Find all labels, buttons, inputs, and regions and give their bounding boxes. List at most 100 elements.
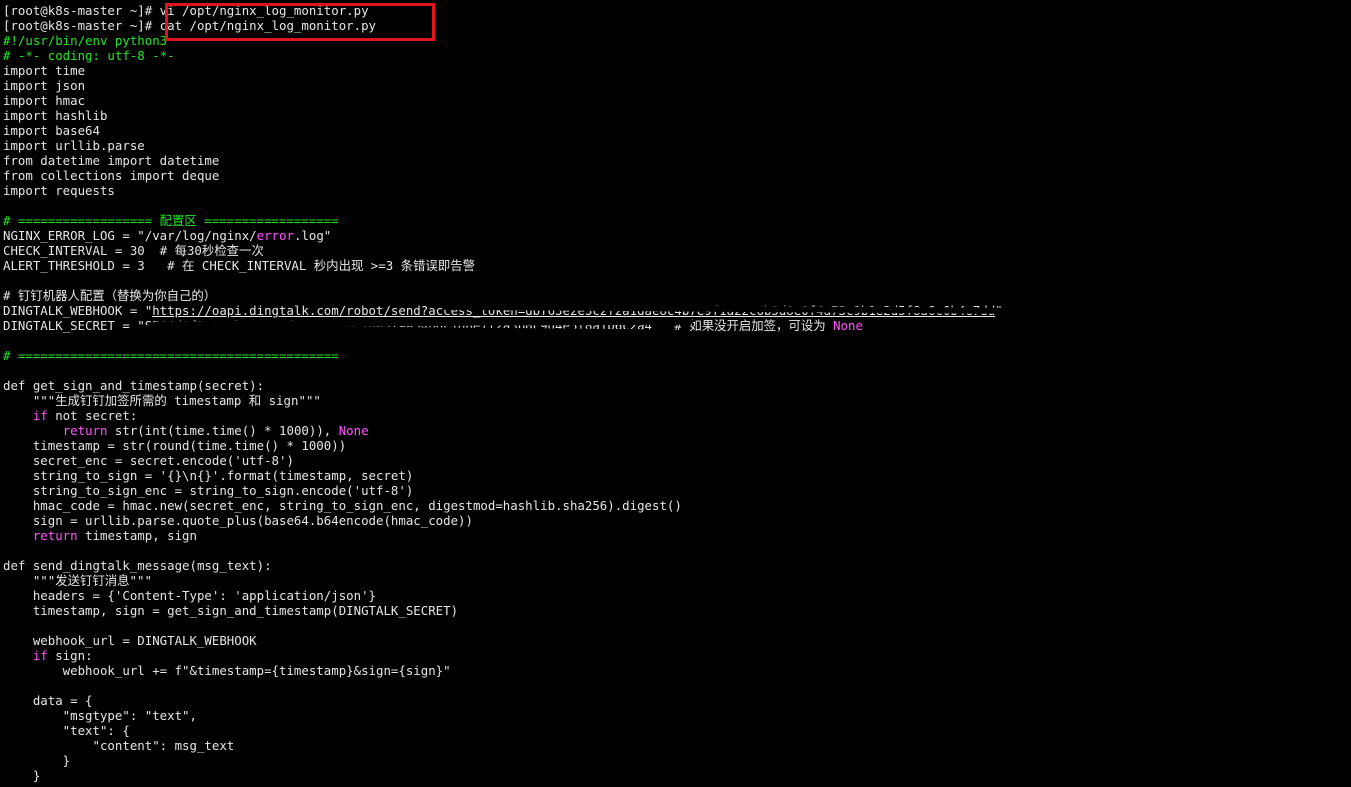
code-text: .log" [293,228,332,243]
code-text: headers = {'Content-Type': 'application/… [3,588,376,603]
code-keyword: error [256,228,294,243]
code-text: } [3,753,71,768]
code-text: hmac_code = hmac.new(secret_enc, string_… [3,498,682,513]
code-text: import json [3,78,86,93]
code-line: CHECK_INTERVAL = 30 # 每30秒检查一次 [3,243,1348,258]
code-line: # -*- coding: utf-8 -*- [3,48,1348,63]
code-text: import urllib.parse [3,138,145,153]
code-line: } [3,753,1348,768]
code-line: headers = {'Content-Type': 'application/… [3,588,1348,603]
code-text: not secret: [47,408,138,423]
code-text: webhook_url += f"&timestamp={timestamp}&… [3,663,451,678]
code-line: """发送钉钉消息""" [3,573,1348,588]
code-text: sign = urllib.parse.quote_plus(base64.b6… [3,513,473,528]
code-line: from collections import deque [3,168,1348,183]
code-text: timestamp, sign [77,528,197,543]
code-line: if not secret: [3,408,1348,423]
terminal-window[interactable]: [root@k8s-master ~]# vi /opt/nginx_log_m… [3,3,1348,787]
code-line: webhook_url += f"&timestamp={timestamp}&… [3,663,1348,678]
code-line: if sign: [3,648,1348,663]
code-text: import requests [3,183,115,198]
code-line: secret_enc = secret.encode('utf-8') [3,453,1348,468]
code-text: secret_enc = secret.encode('utf-8') [3,453,294,468]
code-line: } [3,768,1348,783]
code-text: data = { [3,693,93,708]
code-line: return timestamp, sign [3,528,1348,543]
code-keyword: if [32,408,48,423]
code-text: def get_sign_and_timestamp(secret): [3,378,265,393]
code-line: timestamp, sign = get_sign_and_timestamp… [3,603,1348,618]
code-keyword: return [32,528,78,543]
code-text: timestamp, sign = get_sign_and_timestamp… [3,603,459,618]
code-text: "msgtype": "text", [3,708,197,723]
code-comment: # ================== 配置区 ===============… [3,213,339,228]
code-line: "text": { [3,723,1348,738]
code-line: return str(int(time.time() * 1000)), Non… [3,423,1348,438]
code-text: from collections import deque [3,168,220,183]
code-line: import hmac [3,93,1348,108]
code-line: import requests [3,183,1348,198]
code-line: import time [3,63,1348,78]
code-text: string_to_sign = '{}\n{}'.format(timesta… [3,468,414,483]
command-highlight-box [165,3,435,41]
code-text: import time [3,63,86,78]
code-line: import json [3,78,1348,93]
code-text: ALERT_THRESHOLD = 3 # 在 CHECK_INTERVAL 秒… [3,258,475,273]
code-text: NGINX_ERROR_LOG = "/var/log/nginx/ [3,228,257,243]
code-text: """发送钉钉消息""" [3,573,152,588]
code-keyword: return [62,423,108,438]
code-none-literal: None [833,318,863,333]
code-line: hmac_code = hmac.new(secret_enc, string_… [3,498,1348,513]
code-line: import urllib.parse [3,138,1348,153]
code-line: timestamp = str(round(time.time() * 1000… [3,438,1348,453]
code-text: str(int(time.time() * 1000)), [107,423,339,438]
code-text: import hashlib [3,108,108,123]
code-comment: #!/usr/bin/env python3 [3,33,168,48]
code-line: import base64 [3,123,1348,138]
code-line: data = { [3,693,1348,708]
code-text: import base64 [3,123,100,138]
code-line: from datetime import datetime [3,153,1348,168]
code-line: import hashlib [3,108,1348,123]
code-line: # ======================================… [3,348,1348,363]
code-line: string_to_sign = '{}\n{}'.format(timesta… [3,468,1348,483]
code-text: def send_dingtalk_message(msg_text): [3,558,272,573]
shell-prompt: [root@k8s-master ~]# [3,3,160,18]
code-text: CHECK_INTERVAL = 30 # 每30秒检查一次 [3,243,264,258]
code-line: # ================== 配置区 ===============… [3,213,1348,228]
code-line: def send_dingtalk_message(msg_text): [3,558,1348,573]
code-text: } [3,768,41,783]
file-output: #!/usr/bin/env python3 # -*- coding: utf-… [3,33,1348,783]
code-text: # 钉钉机器人配置（替换为你自己的） [3,288,217,303]
code-text: string_to_sign_enc = string_to_sign.enco… [3,483,414,498]
code-comment: # -*- coding: utf-8 -*- [3,48,175,63]
code-line: def get_sign_and_timestamp(secret): [3,378,1348,393]
code-line: ALERT_THRESHOLD = 3 # 在 CHECK_INTERVAL 秒… [3,258,1348,273]
code-line: "content": msg_text [3,738,1348,753]
code-line: NGINX_ERROR_LOG = "/var/log/nginx/error.… [3,228,1348,243]
code-line: string_to_sign_enc = string_to_sign.enco… [3,483,1348,498]
code-text: "text": { [3,723,130,738]
code-line: webhook_url = DINGTALK_WEBHOOK [3,633,1348,648]
code-line: sign = urllib.parse.quote_plus(base64.b6… [3,513,1348,528]
code-none-literal: None [338,423,369,438]
code-text: import hmac [3,93,86,108]
code-text: "content": msg_text [3,738,235,753]
code-text: """生成钉钉加签所需的 timestamp 和 sign""" [3,393,321,408]
code-text: DINGTALK_WEBHOOK = " [3,303,153,318]
code-text: sign: [47,648,93,663]
code-text: timestamp = str(round(time.time() * 1000… [3,438,347,453]
code-comment: # ======================================… [3,348,339,363]
shell-prompt: [root@k8s-master ~]# [3,18,160,33]
code-text: webhook_url = DINGTALK_WEBHOOK [3,633,257,648]
